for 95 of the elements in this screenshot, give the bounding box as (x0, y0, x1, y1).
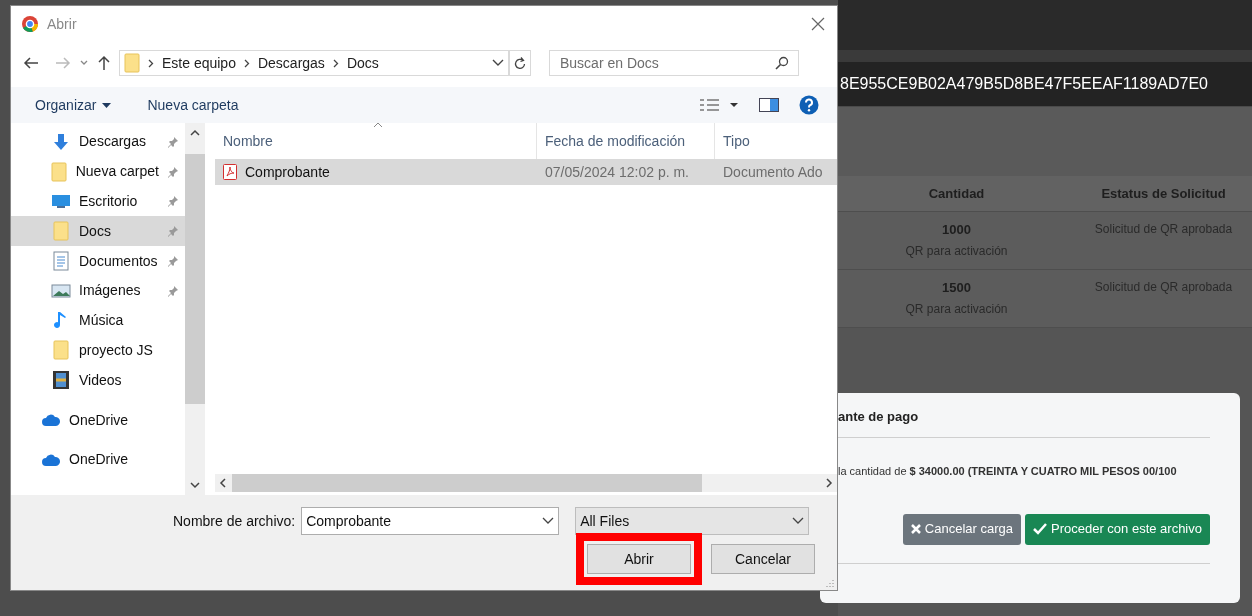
nav-item[interactable]: Videos (11, 365, 185, 396)
nav-item-label: Escritorio (79, 192, 139, 211)
up-arrow-icon[interactable] (97, 55, 111, 71)
nav-item-label: Descargas (79, 132, 147, 152)
caret-icon (102, 102, 112, 108)
resize-grip-icon (825, 578, 835, 588)
view-options-icon[interactable] (699, 98, 739, 112)
pin-icon (167, 135, 179, 148)
chevron-right-icon (332, 58, 339, 68)
nav-item-label: OneDrive (69, 450, 130, 470)
file-type: Documento Ado (722, 162, 824, 182)
column-header[interactable]: Tipo (715, 123, 837, 159)
pin-icon (167, 165, 179, 178)
breadcrumb-item[interactable]: Docs (346, 52, 379, 74)
nav-item-label: Docs (79, 221, 112, 241)
open-button[interactable]: Abrir (587, 544, 691, 574)
organize-menu[interactable]: Organizar (35, 94, 112, 116)
pdf-file-icon (223, 164, 237, 180)
folder-icon (53, 340, 69, 361)
folder-icon (53, 221, 69, 242)
chevron-down-icon (542, 517, 555, 525)
search-field[interactable]: Buscar en Docs (549, 50, 799, 76)
breadcrumb-item[interactable]: Este equipo (162, 52, 236, 74)
folder-icon (124, 53, 140, 73)
nav-item-label: proyecto JS (79, 340, 154, 360)
address-bar[interactable]: Este equipo Descargas Docs (119, 50, 509, 76)
column-header: Cantidad (927, 184, 986, 203)
file-name-label: Nombre de archivo: (173, 511, 296, 531)
file-row[interactable]: Comprobante 07/05/2024 12:02 p. m. Documento Ado (215, 159, 837, 185)
breadcrumb-item[interactable]: Descargas (257, 52, 325, 74)
nav-item[interactable]: OneDrive (11, 405, 185, 435)
pin-icon (167, 255, 179, 268)
browser-logo-icon (21, 15, 39, 33)
cancel-button[interactable]: Cancelar (711, 544, 815, 574)
cloud-icon (41, 413, 61, 428)
search-icon (775, 56, 789, 70)
file-name-field[interactable]: Comprobante (301, 507, 560, 535)
nav-item[interactable]: Documentos (11, 246, 185, 276)
chevron-down-icon (792, 517, 805, 525)
column-header: Estatus de Solicitud (1100, 184, 1227, 203)
chevron-right-icon (243, 58, 250, 68)
file-type-dropdown[interactable]: All Files (575, 507, 810, 535)
chevron-down-icon[interactable] (492, 59, 504, 67)
close-icon[interactable] (811, 17, 825, 31)
chevron-left-icon (219, 478, 226, 488)
nav-item[interactable]: Nueva carpet (11, 156, 185, 187)
new-folder-button[interactable]: Nueva carpeta (147, 94, 239, 116)
file-name: Comprobante (245, 162, 330, 182)
nav-item-label: OneDrive (69, 410, 130, 430)
folder-icon (51, 161, 68, 182)
nav-item-label: Imágenes (79, 281, 142, 301)
nav-item[interactable]: Imágenes (11, 276, 185, 306)
pin-icon (167, 225, 179, 238)
sort-caret-icon (373, 122, 383, 128)
chevron-right-icon (148, 58, 154, 68)
music-note-icon (53, 310, 69, 331)
refresh-icon (514, 56, 526, 70)
close-icon (910, 524, 921, 534)
help-icon[interactable] (799, 95, 819, 115)
nav-item[interactable]: Docs (11, 216, 185, 247)
nav-item[interactable]: OneDrive (11, 444, 185, 475)
chevron-down-icon (190, 482, 200, 489)
pin-icon (167, 284, 179, 297)
preview-pane-icon[interactable] (759, 98, 779, 112)
desktop-icon (51, 193, 71, 210)
nav-item[interactable]: Música (11, 305, 185, 336)
down-arrow-icon (52, 132, 70, 151)
nav-item-label: Música (79, 311, 125, 331)
nav-item[interactable]: Descargas (11, 127, 185, 157)
chevron-up-icon (190, 129, 200, 136)
pin-icon (167, 195, 179, 208)
nav-item-label: Documentos (79, 251, 159, 271)
document-icon (53, 251, 69, 272)
picture-icon (51, 282, 71, 299)
nav-item-label: Videos (79, 370, 123, 390)
quantity-cell-text: 1000 (942, 221, 971, 239)
modal-title: ante de pago (838, 408, 920, 426)
vertical-scrollbar[interactable] (185, 123, 205, 495)
nav-item[interactable]: Escritorio (11, 186, 185, 217)
cancel-button[interactable]: Cancelar carga (902, 513, 1021, 545)
checkmark-icon (1032, 523, 1047, 535)
horizontal-scrollbar[interactable] (215, 474, 837, 492)
proceed-button[interactable]: Proceder con este archivo (1024, 513, 1210, 545)
refresh-button[interactable] (509, 50, 531, 76)
file-date: 07/05/2024 12:02 p. m. (544, 162, 690, 182)
film-icon (52, 370, 70, 391)
window-title: Abrir (47, 14, 77, 34)
modal-message: la cantidad de $ 34000.00 (TREINTA Y CUATRO MIL PESOS 00/100 (838, 463, 1178, 478)
nav-item[interactable]: proyecto JS (11, 335, 185, 366)
chevron-right-icon (826, 478, 833, 488)
quantity-cell-text: 1500 (942, 279, 971, 297)
hash-text: 8E955CE9B02A479B5D8BE47F5EEAF1189AD7E0 (840, 74, 1208, 94)
cloud-icon (41, 452, 61, 467)
nav-item-label: Nueva carpet (75, 162, 159, 182)
back-arrow-icon[interactable] (23, 56, 39, 70)
